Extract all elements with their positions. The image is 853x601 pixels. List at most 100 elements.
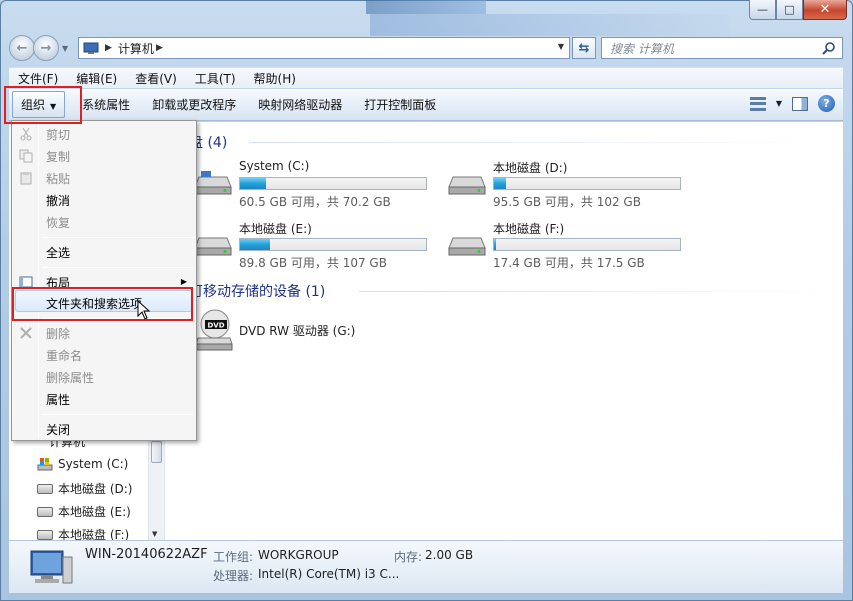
dvd-badge: DVD [207, 322, 224, 330]
hard-drive-icon [448, 237, 486, 256]
breadcrumb-separator-icon[interactable]: ▶ [105, 43, 112, 53]
background-window-fragment-2 [370, 14, 730, 36]
memory-value: 2.00 GB [425, 548, 474, 562]
menu-separator [42, 414, 193, 415]
organize-menu: 剪切 复制 粘贴 撤消 恢复 全选 布局 ▶ 文件夹和搜索选项 删除 重命名 删… [11, 120, 197, 441]
menu-icon-gutter [38, 123, 39, 438]
help-icon[interactable]: ? [818, 95, 835, 112]
delete-icon [20, 327, 32, 339]
navpane-item-e[interactable]: 本地磁盘 (E:) [37, 503, 131, 520]
preview-pane-icon[interactable] [792, 96, 808, 111]
search-icon[interactable] [822, 41, 836, 55]
navpane-scrollbar[interactable]: ▼ [148, 441, 164, 540]
drive-g-dvd[interactable]: DVD DVD RW 驱动器 (G:) [193, 308, 443, 360]
drive-name: 本地磁盘 (E:) [239, 222, 312, 236]
drive-name: DVD RW 驱动器 (G:) [239, 324, 356, 338]
hard-drive-icon [448, 176, 486, 195]
annotation-highlight-organize [4, 86, 82, 124]
computer-name: WIN-20140622AZF [85, 547, 208, 562]
toolbar-right-group: ▼ ? [749, 95, 835, 112]
drive-info: 95.5 GB 可用，共 102 GB [493, 195, 641, 209]
navpane-item-label: 本地磁盘 (D:) [58, 482, 133, 496]
system-drive-icon [37, 458, 53, 471]
navpane-item-label: System (C:) [58, 457, 129, 471]
uninstall-program-button[interactable]: 卸载或更改程序 [141, 96, 247, 113]
paste-icon [20, 172, 32, 185]
menu-file[interactable]: 文件(F) [9, 70, 67, 87]
change-view-icon[interactable] [749, 96, 766, 111]
mouse-cursor-icon [137, 300, 151, 320]
minimize-button[interactable]: — [749, 0, 776, 20]
drive-f[interactable]: 本地磁盘 (F:) 17.4 GB 可用，共 17.5 GB [447, 220, 697, 272]
menu-edit[interactable]: 编辑(E) [67, 70, 126, 87]
breadcrumb-computer[interactable]: 计算机 [118, 40, 154, 57]
removable-group-header[interactable]: 有可移动存储的设备 (1) [175, 281, 325, 301]
annotation-highlight-folder-options [12, 287, 193, 321]
drive-usage-fill [240, 239, 270, 250]
drive-usage-fill [240, 178, 266, 189]
menu-item-paste: 粘贴 [46, 172, 71, 186]
menu-item-undo[interactable]: 撤消 [46, 192, 70, 209]
drive-usage-bar [493, 238, 681, 251]
menu-item-rename: 重命名 [46, 349, 83, 363]
background-window-fragment [366, 0, 486, 14]
menu-tools[interactable]: 工具(T) [186, 70, 245, 87]
menu-item-select-all[interactable]: 全选 [46, 244, 70, 261]
caption-buttons: — □ ✕ [749, 0, 847, 20]
menu-item-properties[interactable]: 属性 [46, 391, 70, 408]
workgroup-value: WORKGROUP [258, 548, 339, 562]
drive-info: 89.8 GB 可用，共 107 GB [239, 256, 387, 270]
recent-pages-dropdown-icon[interactable]: ▼ [62, 44, 68, 53]
menu-bar: 文件(F) 编辑(E) 查看(V) 工具(T) 帮助(H) [9, 67, 843, 88]
menu-item-copy: 复制 [46, 150, 71, 164]
refresh-button[interactable]: ⇆ [572, 37, 596, 59]
drive-name: 本地磁盘 (D:) [493, 161, 568, 175]
menu-item-redo: 恢复 [46, 216, 71, 230]
drive-name: 本地磁盘 (F:) [493, 222, 565, 236]
menu-item-remove-properties: 删除属性 [46, 371, 95, 385]
menu-help[interactable]: 帮助(H) [245, 70, 305, 87]
menu-item-delete: 删除 [46, 327, 71, 341]
drive-usage-bar [239, 238, 427, 251]
menu-item-close[interactable]: 关闭 [46, 421, 70, 438]
close-button[interactable]: ✕ [803, 0, 847, 20]
drive-info: 60.5 GB 可用，共 70.2 GB [239, 195, 391, 209]
map-network-drive-button[interactable]: 映射网络驱动器 [247, 96, 353, 113]
open-control-panel-button[interactable]: 打开控制面板 [353, 96, 447, 113]
search-input[interactable]: 搜索 计算机 [601, 37, 843, 59]
navpane-item-d[interactable]: 本地磁盘 (D:) [37, 480, 132, 497]
drive-usage-bar [493, 177, 681, 190]
address-dropdown-icon[interactable]: ▼ [558, 42, 564, 51]
hard-drive-icon [37, 506, 53, 517]
search-placeholder: 搜索 计算机 [610, 41, 674, 56]
scissors-icon [20, 127, 32, 141]
menu-item-cut: 剪切 [46, 128, 71, 142]
scrollbar-thumb[interactable] [151, 441, 162, 463]
drive-e[interactable]: 本地磁盘 (E:) 89.8 GB 可用，共 107 GB [193, 220, 443, 272]
forward-button[interactable]: → [33, 35, 59, 61]
hard-drive-icon [194, 237, 232, 256]
command-bar: 组织 ▼ 系统属性 卸载或更改程序 映射网络驱动器 打开控制面板 ▼ ? [9, 89, 843, 121]
view-dropdown-icon[interactable]: ▼ [776, 99, 782, 108]
drive-info: 17.4 GB 可用，共 17.5 GB [493, 256, 645, 270]
nav-buttons: ← → ▼ [9, 35, 68, 61]
drive-d[interactable]: 本地磁盘 (D:) 95.5 GB 可用，共 102 GB [447, 159, 697, 211]
breadcrumb-separator-icon[interactable]: ▶ [156, 43, 163, 53]
group-divider [359, 291, 839, 292]
hard-drive-icon [37, 483, 53, 494]
menu-view[interactable]: 查看(V) [126, 70, 186, 87]
workgroup-label: 工作组: [213, 550, 254, 564]
back-button[interactable]: ← [9, 35, 35, 61]
address-bar[interactable]: ▶ 计算机 ▶ ▼ [78, 37, 570, 59]
hard-drive-icon [194, 171, 232, 195]
drive-usage-bar [239, 177, 427, 190]
group-divider [249, 142, 839, 143]
drive-usage-fill [494, 178, 506, 189]
drive-c[interactable]: System (C:) 60.5 GB 可用，共 70.2 GB [193, 159, 443, 211]
menu-separator [42, 267, 193, 268]
navpane-item-c[interactable]: System (C:) [37, 457, 128, 471]
memory-label: 内存: [394, 550, 423, 564]
scroll-down-icon[interactable]: ▼ [152, 530, 157, 538]
maximize-button[interactable]: □ [776, 0, 803, 20]
submenu-arrow-icon: ▶ [180, 277, 187, 286]
